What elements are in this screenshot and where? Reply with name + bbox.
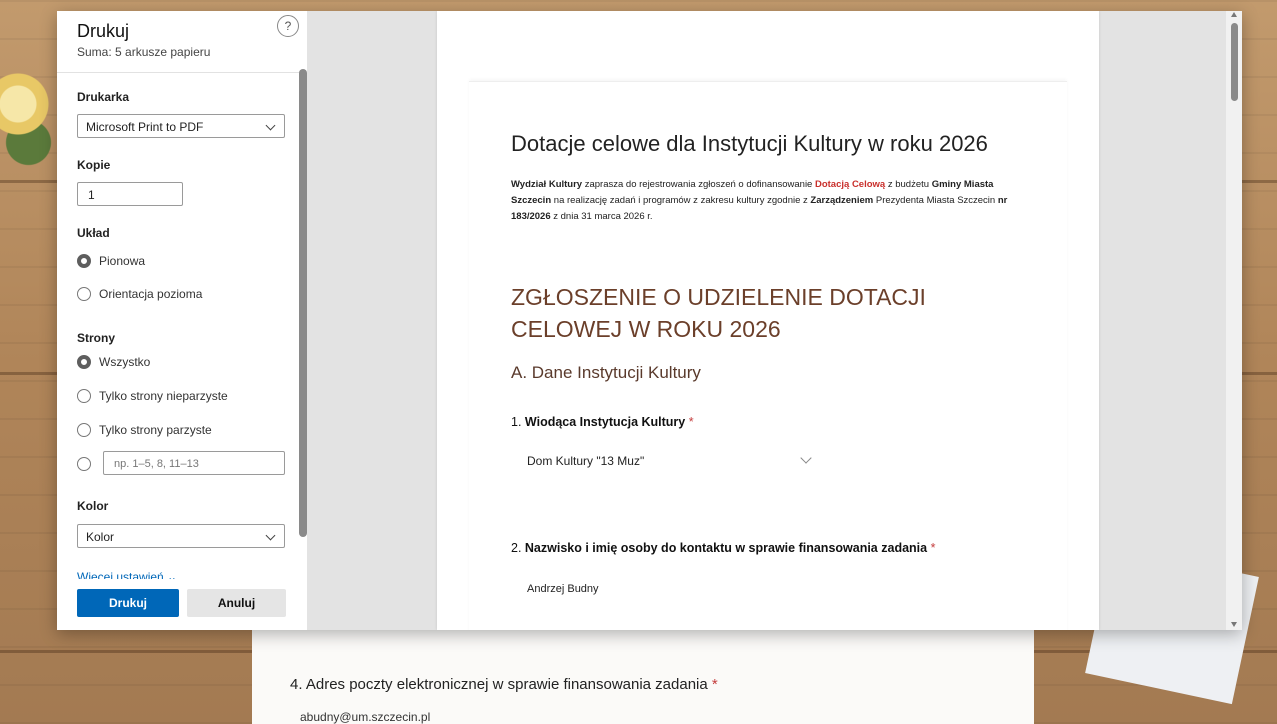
pages-range-input[interactable]: np. 1–5, 8, 11–13 <box>103 451 285 475</box>
radio-icon <box>77 422 91 437</box>
pages-even-option[interactable]: Tylko strony parzyste <box>77 421 212 441</box>
preview-scrollbar[interactable] <box>1226 11 1242 630</box>
color-select-value: Kolor <box>86 530 115 544</box>
chevron-down-icon <box>265 530 276 541</box>
radio-icon <box>77 388 91 403</box>
sheet-count: Suma: 5 arkusze papieru <box>77 45 211 59</box>
scroll-up-arrow-icon[interactable] <box>1231 12 1237 17</box>
pages-all-option[interactable]: Wszystko <box>77 353 150 373</box>
radio-selected-icon <box>77 354 91 369</box>
cancel-button[interactable]: Anuluj <box>187 589 286 617</box>
dialog-footer: Drukuj Anuluj <box>57 579 307 630</box>
copies-label: Kopie <box>77 158 111 172</box>
help-icon[interactable]: ? <box>277 15 299 37</box>
pages-odd-option[interactable]: Tylko strony nieparzyste <box>77 387 228 407</box>
printer-label: Drukarka <box>77 90 130 104</box>
pages-label: Strony <box>77 331 116 345</box>
section-subtitle: A. Dane Instytucji Kultury <box>511 363 701 382</box>
document-intro: Wydział Kultury zaprasza do rejestrowani… <box>511 179 1008 222</box>
copies-input[interactable]: 1 <box>77 182 183 206</box>
chevron-down-icon <box>265 120 276 131</box>
preview-page: Dotacje celowe dla Instytucji Kultury w … <box>437 11 1099 630</box>
preview-scrollbar-thumb[interactable] <box>1231 23 1238 101</box>
color-label: Kolor <box>77 499 109 513</box>
header-divider <box>57 72 299 73</box>
layout-portrait-option[interactable]: Pionowa <box>77 252 145 272</box>
background-question-4: 4. Adres poczty elektronicznej w sprawie… <box>290 676 718 693</box>
question-2: 2. Nazwisko i imię osoby do kontaktu w s… <box>511 541 936 555</box>
radio-icon <box>77 286 91 301</box>
print-settings-panel: Drukuj Suma: 5 arkusze papieru ? Drukark… <box>57 11 307 630</box>
layout-label: Układ <box>77 226 110 240</box>
section-title: ZGŁOSZENIE O UDZIELENIE DOTACJI CELOWEJ … <box>511 284 926 342</box>
layout-landscape-option[interactable]: Orientacja pozioma <box>77 285 202 305</box>
question-1: 1. Wiodąca Instytucja Kultury * <box>511 415 694 429</box>
question-2-answer: Andrzej Budny <box>527 583 599 595</box>
radio-icon <box>77 456 91 471</box>
scroll-down-arrow-icon[interactable] <box>1231 622 1237 627</box>
question-1-answer: Dom Kultury "13 Muz" <box>527 454 645 468</box>
document-title: Dotacje celowe dla Instytucji Kultury w … <box>511 131 988 156</box>
printer-select[interactable]: Microsoft Print to PDF <box>77 114 285 138</box>
background-question-4-answer: abudny@um.szczecin.pl <box>300 710 431 724</box>
printer-select-value: Microsoft Print to PDF <box>86 120 204 134</box>
flower-decoration <box>0 60 60 170</box>
dialog-title: Drukuj <box>77 21 130 41</box>
print-preview-area: Dotacje celowe dla Instytucji Kultury w … <box>307 11 1242 630</box>
radio-selected-icon <box>77 253 91 268</box>
color-select[interactable]: Kolor <box>77 524 285 548</box>
print-dialog: Drukuj Suma: 5 arkusze papieru ? Drukark… <box>57 11 1242 630</box>
pages-custom-option[interactable] <box>77 455 99 475</box>
print-button[interactable]: Drukuj <box>77 589 179 617</box>
settings-scrollbar[interactable] <box>299 69 307 537</box>
